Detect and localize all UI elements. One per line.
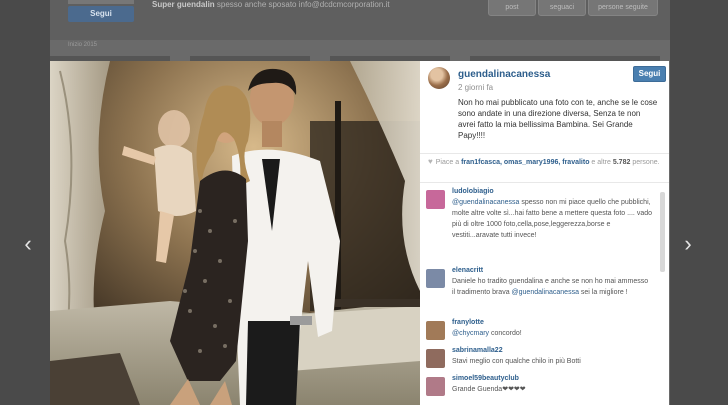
post-timestamp: 2 giorni fa	[458, 83, 494, 92]
comment-text: Grande Guenda❤❤❤❤	[452, 386, 526, 393]
comment-mention[interactable]: @guendalinacanessa	[512, 289, 579, 296]
post-photo[interactable]	[50, 61, 420, 405]
commenter-username[interactable]: simoel59beautyclub	[452, 375, 519, 382]
previous-arrow-icon[interactable]: ‹	[19, 230, 37, 258]
post-photo-image	[50, 61, 420, 405]
likes-prefix: Piace a	[435, 159, 460, 166]
likes-suffix: persone.	[630, 159, 660, 166]
commenter-avatar[interactable]	[426, 349, 445, 368]
commenter-username[interactable]: franylotte	[452, 319, 484, 326]
likes-count[interactable]: 5.782	[613, 159, 631, 166]
post-header: guendalinacanessa 2 giorni fa Segui Non …	[420, 61, 669, 154]
comment-body-end: sei la migliore !	[578, 289, 628, 296]
background-stat-followers: seguaci	[538, 0, 586, 16]
comment-mention[interactable]: @chycmary	[452, 330, 489, 337]
background-profile-bio-text: spesso anche sposato info@dcdcmcorporati…	[214, 0, 390, 9]
comment-mention[interactable]: @guendalinacanessa	[452, 199, 519, 206]
background-profile-header: Segui Super guendalin spesso anche sposa…	[50, 0, 670, 40]
background-follow-button: Segui	[68, 6, 134, 22]
likes-middle: e altre	[589, 159, 611, 166]
commenter-username[interactable]: ludolobiagio	[452, 188, 494, 195]
commenter-username[interactable]: sabrinamalla22	[452, 347, 503, 354]
post-sidebar: guendalinacanessa 2 giorni fa Segui Non …	[420, 61, 669, 405]
comment-body: concordo!	[489, 330, 522, 337]
commenter-avatar[interactable]	[426, 321, 445, 340]
commenter-username[interactable]: elenacritt	[452, 267, 483, 274]
next-arrow-icon[interactable]: ›	[679, 230, 697, 258]
comment-text: @guendalinacanessa spesso non mi piace q…	[452, 197, 652, 241]
commenter-avatar[interactable]	[426, 269, 445, 288]
follow-button[interactable]: Segui	[633, 66, 666, 82]
comment-text: Stavi meglio con qualche chilo in più Bo…	[452, 358, 581, 365]
author-username[interactable]: guendalinacanessa	[458, 69, 550, 80]
background-profile-name: Super guendalin	[152, 0, 215, 9]
comment-text: @chycmary concordo!	[452, 328, 652, 339]
post-caption: Non ho mai pubblicato una foto con te, a…	[458, 98, 658, 140]
likers-links[interactable]: fran1fcasca, omas_mary1996, fravalito	[461, 159, 589, 166]
post-modal: guendalinacanessa 2 giorni fa Segui Non …	[50, 61, 669, 405]
background-stat-posts: post	[488, 0, 536, 16]
comments-scrollbar[interactable]	[660, 192, 665, 272]
commenter-avatar[interactable]	[426, 190, 445, 209]
heart-icon: ♥	[428, 157, 433, 166]
background-profile-bio: Super guendalin spesso anche sposato inf…	[152, 0, 390, 9]
background-date-label: Inizio 2015	[68, 42, 98, 48]
author-avatar[interactable]	[428, 67, 450, 89]
background-stat-following: persone seguite	[588, 0, 658, 16]
comments-list[interactable]: ludolobiagio @guendalinacanessa spesso n…	[420, 182, 669, 405]
background-avatar	[68, 0, 134, 4]
comment-text: Daniele ho tradito guendalina e anche se…	[452, 276, 652, 298]
likes-summary: ♥ Piace a fran1fcasca, omas_mary1996, fra…	[428, 157, 664, 168]
commenter-avatar[interactable]	[426, 377, 445, 396]
